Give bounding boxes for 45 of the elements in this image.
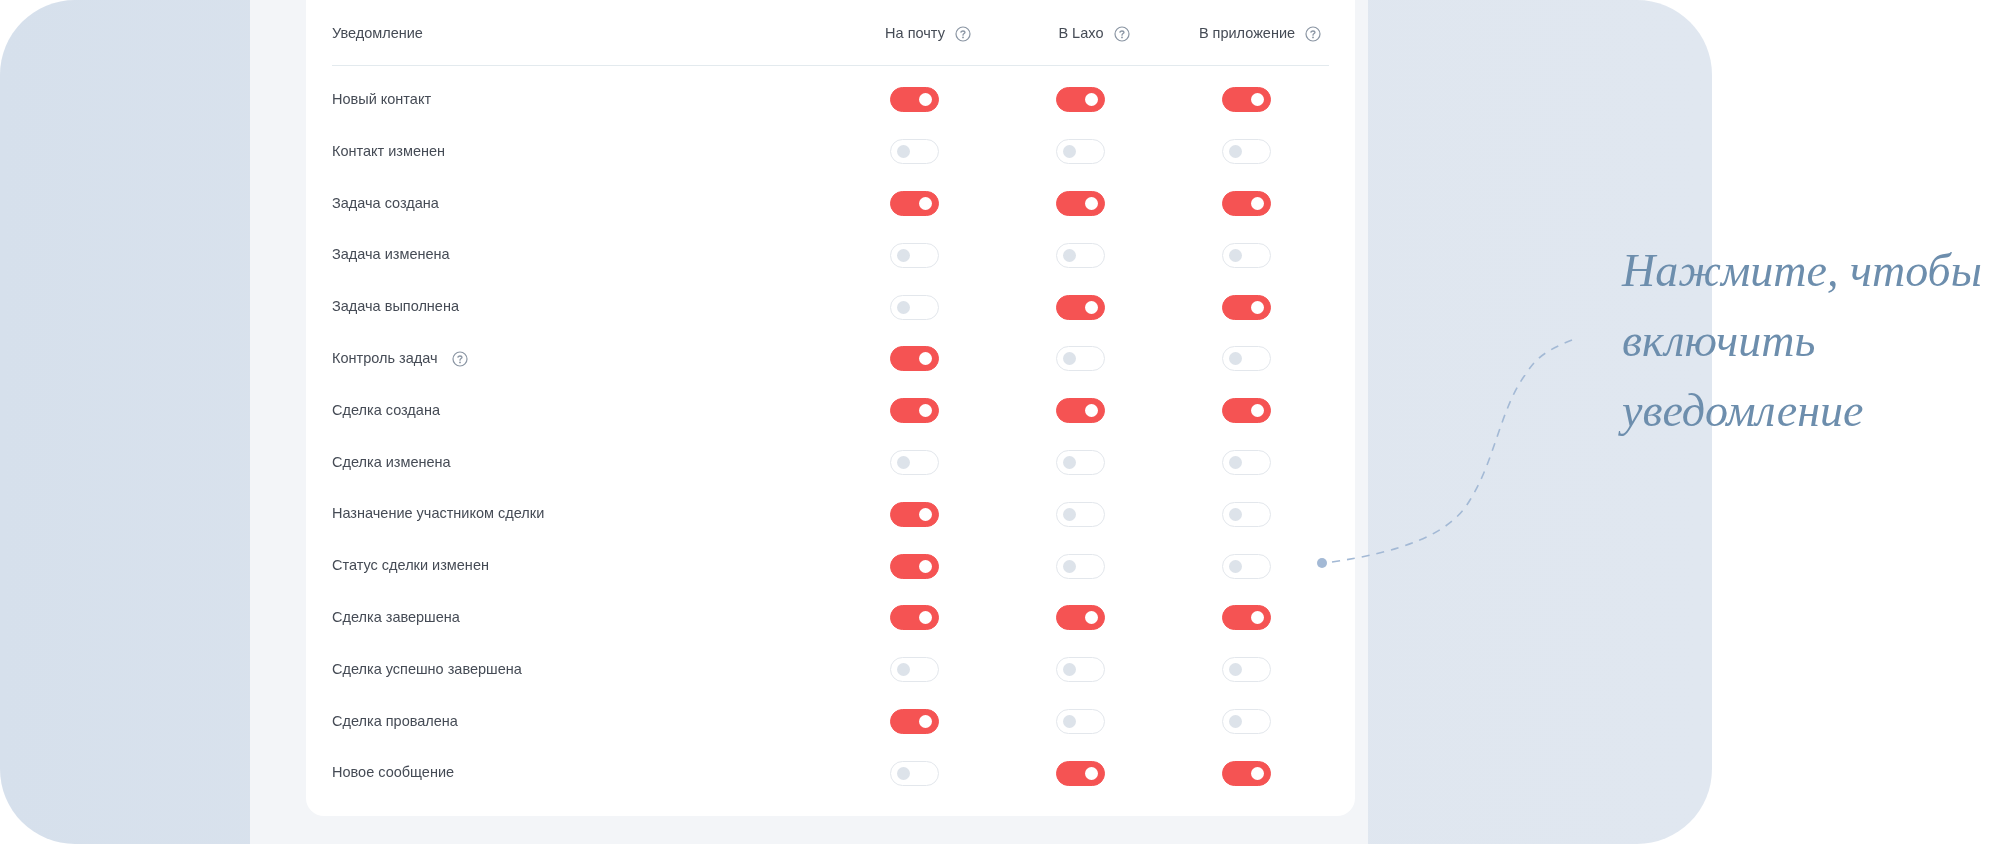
notification-label: Сделка завершена [332, 608, 460, 627]
help-icon[interactable] [451, 350, 468, 367]
toggle-switch[interactable] [1055, 760, 1105, 786]
help-icon[interactable] [1113, 25, 1130, 42]
notification-label: Сделка изменена [332, 452, 451, 472]
notification-label: Назначение участником сделки [332, 504, 545, 524]
notification-label: Новое сообщение [332, 763, 455, 783]
toggle-switch[interactable] [1221, 294, 1271, 320]
annotation-text: уведомление [1616, 376, 1870, 446]
column-header: В приложение [1198, 23, 1296, 43]
toggle-switch[interactable] [1221, 191, 1271, 216]
column-header: В Laxo [1058, 23, 1104, 43]
toggle-switch[interactable] [889, 191, 939, 216]
notification-label: Задача изменена [332, 245, 450, 265]
notification-label: Сделка создана [332, 400, 440, 420]
help-icon[interactable] [954, 25, 971, 42]
toggle-switch[interactable] [889, 553, 939, 579]
toggle-switch[interactable] [1055, 294, 1105, 320]
toggle-switch[interactable] [1221, 398, 1271, 424]
notification-label: Новый контакт [332, 90, 432, 109]
toggle-switch[interactable] [889, 501, 939, 527]
toggle-switch[interactable] [1221, 87, 1271, 113]
annotation-text: Нажмите, чтобы [1620, 244, 1983, 298]
notification-label: Сделка успешно завершена [332, 659, 522, 679]
toggle-switch[interactable] [889, 398, 939, 424]
toggle-switch[interactable] [1221, 605, 1271, 631]
notification-label: Сделка провалена [332, 711, 458, 731]
help-icon[interactable] [1305, 25, 1322, 42]
toggle-switch[interactable] [889, 708, 939, 734]
notification-label: Задача создана [332, 193, 439, 213]
toggle-switch[interactable] [1055, 87, 1105, 113]
column-header: На почту [885, 23, 945, 43]
toggle-switch[interactable] [1055, 605, 1105, 631]
toggle-switch[interactable] [1055, 398, 1105, 424]
column-header: Уведомление [332, 23, 423, 43]
toggle-switch[interactable] [889, 87, 939, 113]
toggle-switch[interactable] [1055, 191, 1105, 216]
toggle-switch[interactable] [889, 605, 939, 631]
toggle-switch[interactable] [1221, 760, 1271, 786]
notification-label: Контакт изменен [332, 141, 446, 161]
annotation-text: включить [1621, 314, 1817, 368]
notification-label: Контроль задач [332, 349, 438, 368]
toggle-switch[interactable] [889, 346, 939, 372]
notification-label: Статус сделки изменен [332, 556, 489, 576]
notification-label: Задача выполнена [332, 297, 459, 317]
